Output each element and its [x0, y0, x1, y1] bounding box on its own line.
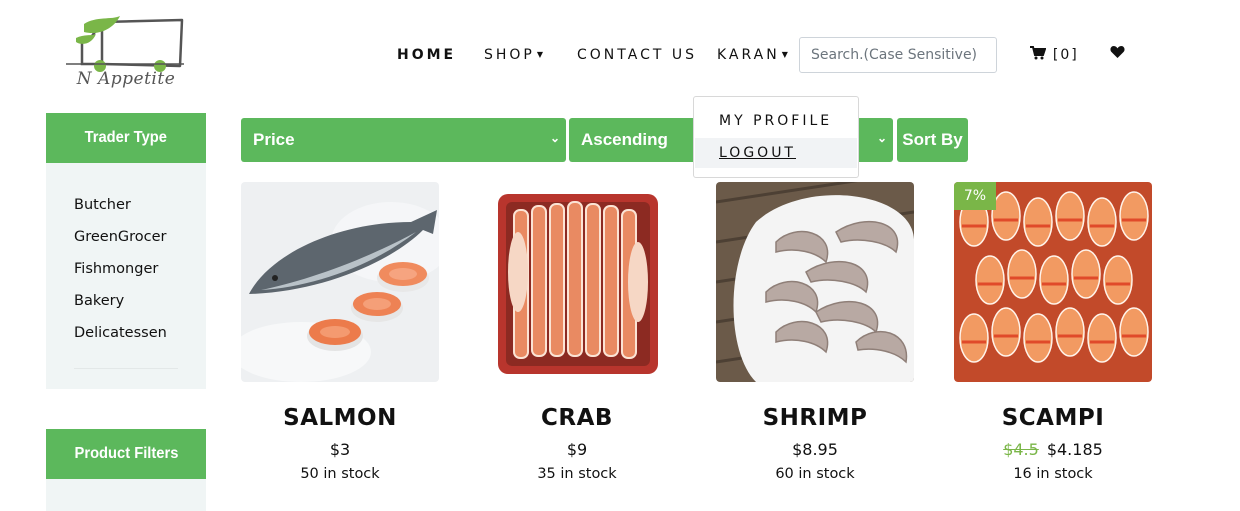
product-stock: 35 in stock [537, 466, 617, 482]
product-card[interactable]: SHRIMP $8.95 60 in stock [716, 182, 914, 484]
product-price: $3 [329, 440, 351, 459]
user-dropdown-menu: MY PROFILE LOGOUT [693, 96, 859, 178]
product-price: $4.185 [1046, 440, 1103, 459]
product-stock: 50 in stock [300, 466, 380, 482]
sort-order-value: Ascending [581, 130, 668, 149]
menu-item-my-profile[interactable]: MY PROFILE [695, 106, 857, 136]
product-card[interactable]: CRAB $9 35 in stock [478, 182, 676, 484]
sort-field-select[interactable]: Price ⌄ [241, 118, 566, 162]
product-image-crab[interactable] [478, 182, 676, 382]
product-name[interactable]: SALMON [241, 403, 439, 433]
product-name[interactable]: CRAB [478, 403, 676, 433]
chevron-down-icon: ⌄ [876, 131, 887, 145]
sort-by-button[interactable]: Sort By [897, 118, 968, 162]
product-price: $8.95 [792, 440, 838, 459]
product-filters-title: Product Filters [74, 445, 178, 462]
nav-shop-label: SHOP [484, 47, 535, 63]
sort-field-value: Price [253, 130, 295, 149]
product-filters-panel [46, 479, 206, 511]
product-stock: 16 in stock [1013, 466, 1093, 482]
brand-logo[interactable]: N Appetite [62, 14, 186, 96]
trader-type-item[interactable]: Butcher [74, 189, 167, 221]
product-name[interactable]: SCAMPI [954, 403, 1152, 433]
trader-type-heading: Trader Type [46, 113, 206, 163]
chevron-down-icon: ⌄ [549, 131, 560, 145]
trader-type-title: Trader Type [84, 129, 168, 146]
trader-type-item[interactable]: Delicatessen [74, 317, 167, 349]
cart-button[interactable]: [0] [1030, 46, 1079, 63]
trader-type-item[interactable]: Fishmonger [74, 253, 167, 285]
product-name[interactable]: SHRIMP [716, 403, 914, 433]
divider [74, 368, 178, 369]
trader-type-item[interactable]: GreenGrocer [74, 221, 167, 253]
brand-name: N Appetite [76, 69, 176, 89]
caret-down-icon: ▼ [536, 50, 544, 59]
product-image-salmon[interactable] [241, 182, 439, 382]
nav-shop[interactable]: SHOP ▼ [484, 47, 543, 63]
search-input[interactable] [799, 37, 997, 73]
product-price-group: $4.5 $4.185 [954, 439, 1152, 461]
menu-item-logout[interactable]: LOGOUT [695, 138, 857, 168]
trader-type-panel: Butcher GreenGrocer Fishmonger Bakery De… [46, 163, 206, 389]
caret-down-icon: ▼ [781, 50, 788, 59]
discount-badge: 7% [954, 182, 996, 210]
trader-type-list: Butcher GreenGrocer Fishmonger Bakery De… [74, 189, 167, 349]
nav-user-label: KARAN [717, 47, 780, 63]
product-stock: 60 in stock [775, 466, 855, 482]
cart-icon [1030, 46, 1053, 63]
original-price: $4.5 [1003, 440, 1039, 459]
trader-type-item[interactable]: Bakery [74, 285, 167, 317]
product-card[interactable]: SALMON $3 50 in stock [241, 182, 439, 484]
product-price: $9 [566, 440, 588, 459]
product-image-scampi[interactable]: 7% [954, 182, 1152, 382]
product-card[interactable]: 7% SCAMPI $4.5 $4.185 16 in stock [954, 182, 1152, 484]
cart-count: [0] [1052, 47, 1079, 63]
heart-icon[interactable] [1110, 44, 1125, 63]
nav-home[interactable]: HOME [397, 47, 456, 63]
product-image-shrimp[interactable] [716, 182, 914, 382]
nav-user-menu[interactable]: KARAN ▼ [717, 47, 788, 63]
nav-contact-us[interactable]: CONTACT US [577, 47, 697, 63]
product-filters-heading: Product Filters [46, 429, 206, 479]
